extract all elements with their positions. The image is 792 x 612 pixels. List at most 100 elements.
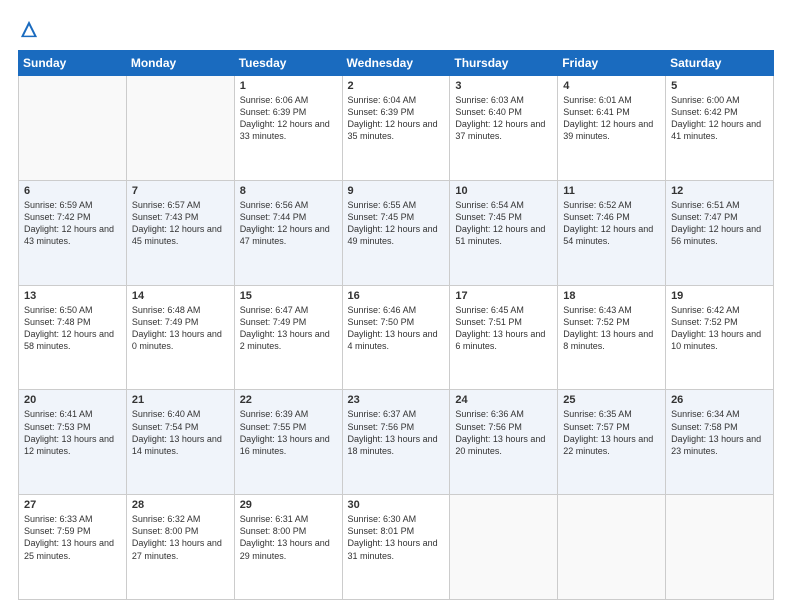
day-number: 11	[563, 185, 660, 197]
calendar-cell: 6 Sunrise: 6:59 AM Sunset: 7:42 PM Daylig…	[19, 180, 127, 285]
calendar-cell: 9 Sunrise: 6:55 AM Sunset: 7:45 PM Daylig…	[342, 180, 450, 285]
weekday-thursday: Thursday	[450, 51, 558, 76]
day-info: Sunrise: 6:47 AM Sunset: 7:49 PM Dayligh…	[240, 304, 337, 353]
day-number: 3	[455, 80, 552, 92]
day-info: Sunrise: 6:00 AM Sunset: 6:42 PM Dayligh…	[671, 94, 768, 143]
calendar-cell	[558, 495, 666, 600]
calendar-cell: 27 Sunrise: 6:33 AM Sunset: 7:59 PM Dayli…	[19, 495, 127, 600]
day-info: Sunrise: 6:46 AM Sunset: 7:50 PM Dayligh…	[348, 304, 445, 353]
day-number: 28	[132, 499, 229, 511]
day-info: Sunrise: 6:34 AM Sunset: 7:58 PM Dayligh…	[671, 408, 768, 457]
calendar-cell: 25Sunrise: 6:35 AM Sunset: 7:57 PM Dayli…	[558, 390, 666, 495]
day-number: 22	[240, 394, 337, 406]
logo	[18, 18, 44, 40]
day-info: Sunrise: 6:56 AM Sunset: 7:44 PM Dayligh…	[240, 199, 337, 248]
calendar-cell: 23 Sunrise: 6:37 AM Sunset: 7:56 PM Dayli…	[342, 390, 450, 495]
day-info: Sunrise: 6:04 AM Sunset: 6:39 PM Dayligh…	[348, 94, 445, 143]
day-number: 25	[563, 394, 660, 406]
day-number: 14	[132, 290, 229, 302]
day-number: 17	[455, 290, 552, 302]
calendar-cell: 5 Sunrise: 6:00 AM Sunset: 6:42 PM Daylig…	[666, 76, 774, 181]
logo-icon	[18, 18, 40, 40]
header	[18, 18, 774, 40]
day-number: 13	[24, 290, 121, 302]
calendar-cell	[126, 76, 234, 181]
day-number: 9	[348, 185, 445, 197]
calendar-cell: 15Sunrise: 6:47 AM Sunset: 7:49 PM Dayli…	[234, 285, 342, 390]
day-info: Sunrise: 6:30 AM Sunset: 8:01 PM Dayligh…	[348, 513, 445, 562]
weekday-sunday: Sunday	[19, 51, 127, 76]
day-info: Sunrise: 6:57 AM Sunset: 7:43 PM Dayligh…	[132, 199, 229, 248]
calendar-cell: 19Sunrise: 6:42 AM Sunset: 7:52 PM Dayli…	[666, 285, 774, 390]
day-info: Sunrise: 6:01 AM Sunset: 6:41 PM Dayligh…	[563, 94, 660, 143]
weekday-wednesday: Wednesday	[342, 51, 450, 76]
day-info: Sunrise: 6:51 AM Sunset: 7:47 PM Dayligh…	[671, 199, 768, 248]
calendar-cell: 7 Sunrise: 6:57 AM Sunset: 7:43 PM Daylig…	[126, 180, 234, 285]
calendar-cell: 13 Sunrise: 6:50 AM Sunset: 7:48 PM Dayli…	[19, 285, 127, 390]
calendar-cell: 24 Sunrise: 6:36 AM Sunset: 7:56 PM Dayli…	[450, 390, 558, 495]
day-number: 16	[348, 290, 445, 302]
calendar-cell: 16 Sunrise: 6:46 AM Sunset: 7:50 PM Dayli…	[342, 285, 450, 390]
calendar-cell	[19, 76, 127, 181]
calendar-cell: 10 Sunrise: 6:54 AM Sunset: 7:45 PM Dayli…	[450, 180, 558, 285]
calendar-cell: 2 Sunrise: 6:04 AM Sunset: 6:39 PM Daylig…	[342, 76, 450, 181]
calendar-cell: 29 Sunrise: 6:31 AM Sunset: 8:00 PM Dayli…	[234, 495, 342, 600]
calendar-cell: 8 Sunrise: 6:56 AM Sunset: 7:44 PM Daylig…	[234, 180, 342, 285]
day-info: Sunrise: 6:32 AM Sunset: 8:00 PM Dayligh…	[132, 513, 229, 562]
calendar-cell: 17 Sunrise: 6:45 AM Sunset: 7:51 PM Dayli…	[450, 285, 558, 390]
calendar-cell: 22Sunrise: 6:39 AM Sunset: 7:55 PM Dayli…	[234, 390, 342, 495]
calendar-cell: 3 Sunrise: 6:03 AM Sunset: 6:40 PM Daylig…	[450, 76, 558, 181]
weekday-header-row: SundayMondayTuesdayWednesdayThursdayFrid…	[19, 51, 774, 76]
day-info: Sunrise: 6:43 AM Sunset: 7:52 PM Dayligh…	[563, 304, 660, 353]
day-info: Sunrise: 6:48 AM Sunset: 7:49 PM Dayligh…	[132, 304, 229, 353]
day-info: Sunrise: 6:54 AM Sunset: 7:45 PM Dayligh…	[455, 199, 552, 248]
day-info: Sunrise: 6:45 AM Sunset: 7:51 PM Dayligh…	[455, 304, 552, 353]
calendar-cell: 28 Sunrise: 6:32 AM Sunset: 8:00 PM Dayli…	[126, 495, 234, 600]
calendar-cell: 26Sunrise: 6:34 AM Sunset: 7:58 PM Dayli…	[666, 390, 774, 495]
day-number: 8	[240, 185, 337, 197]
calendar-cell	[666, 495, 774, 600]
day-number: 7	[132, 185, 229, 197]
page: SundayMondayTuesdayWednesdayThursdayFrid…	[0, 0, 792, 612]
calendar-week-3: 13 Sunrise: 6:50 AM Sunset: 7:48 PM Dayli…	[19, 285, 774, 390]
day-number: 4	[563, 80, 660, 92]
day-info: Sunrise: 6:37 AM Sunset: 7:56 PM Dayligh…	[348, 408, 445, 457]
day-info: Sunrise: 6:55 AM Sunset: 7:45 PM Dayligh…	[348, 199, 445, 248]
day-number: 29	[240, 499, 337, 511]
calendar-cell: 11 Sunrise: 6:52 AM Sunset: 7:46 PM Dayli…	[558, 180, 666, 285]
day-number: 10	[455, 185, 552, 197]
calendar-week-2: 6 Sunrise: 6:59 AM Sunset: 7:42 PM Daylig…	[19, 180, 774, 285]
day-number: 18	[563, 290, 660, 302]
calendar-cell: 20 Sunrise: 6:41 AM Sunset: 7:53 PM Dayli…	[19, 390, 127, 495]
calendar-cell: 21 Sunrise: 6:40 AM Sunset: 7:54 PM Dayli…	[126, 390, 234, 495]
calendar-week-4: 20 Sunrise: 6:41 AM Sunset: 7:53 PM Dayli…	[19, 390, 774, 495]
weekday-monday: Monday	[126, 51, 234, 76]
day-info: Sunrise: 6:36 AM Sunset: 7:56 PM Dayligh…	[455, 408, 552, 457]
day-number: 5	[671, 80, 768, 92]
day-info: Sunrise: 6:41 AM Sunset: 7:53 PM Dayligh…	[24, 408, 121, 457]
day-number: 20	[24, 394, 121, 406]
calendar-cell: 4 Sunrise: 6:01 AM Sunset: 6:41 PM Daylig…	[558, 76, 666, 181]
day-info: Sunrise: 6:03 AM Sunset: 6:40 PM Dayligh…	[455, 94, 552, 143]
day-info: Sunrise: 6:31 AM Sunset: 8:00 PM Dayligh…	[240, 513, 337, 562]
day-info: Sunrise: 6:50 AM Sunset: 7:48 PM Dayligh…	[24, 304, 121, 353]
day-number: 23	[348, 394, 445, 406]
weekday-tuesday: Tuesday	[234, 51, 342, 76]
day-number: 19	[671, 290, 768, 302]
day-number: 6	[24, 185, 121, 197]
day-info: Sunrise: 6:52 AM Sunset: 7:46 PM Dayligh…	[563, 199, 660, 248]
day-info: Sunrise: 6:33 AM Sunset: 7:59 PM Dayligh…	[24, 513, 121, 562]
calendar-cell: 1Sunrise: 6:06 AM Sunset: 6:39 PM Daylig…	[234, 76, 342, 181]
day-number: 21	[132, 394, 229, 406]
day-number: 27	[24, 499, 121, 511]
day-info: Sunrise: 6:40 AM Sunset: 7:54 PM Dayligh…	[132, 408, 229, 457]
day-info: Sunrise: 6:59 AM Sunset: 7:42 PM Dayligh…	[24, 199, 121, 248]
day-number: 30	[348, 499, 445, 511]
day-number: 2	[348, 80, 445, 92]
calendar-cell: 30 Sunrise: 6:30 AM Sunset: 8:01 PM Dayli…	[342, 495, 450, 600]
day-number: 1	[240, 80, 337, 92]
calendar-table: SundayMondayTuesdayWednesdayThursdayFrid…	[18, 50, 774, 600]
calendar-week-1: 1Sunrise: 6:06 AM Sunset: 6:39 PM Daylig…	[19, 76, 774, 181]
day-number: 24	[455, 394, 552, 406]
weekday-friday: Friday	[558, 51, 666, 76]
